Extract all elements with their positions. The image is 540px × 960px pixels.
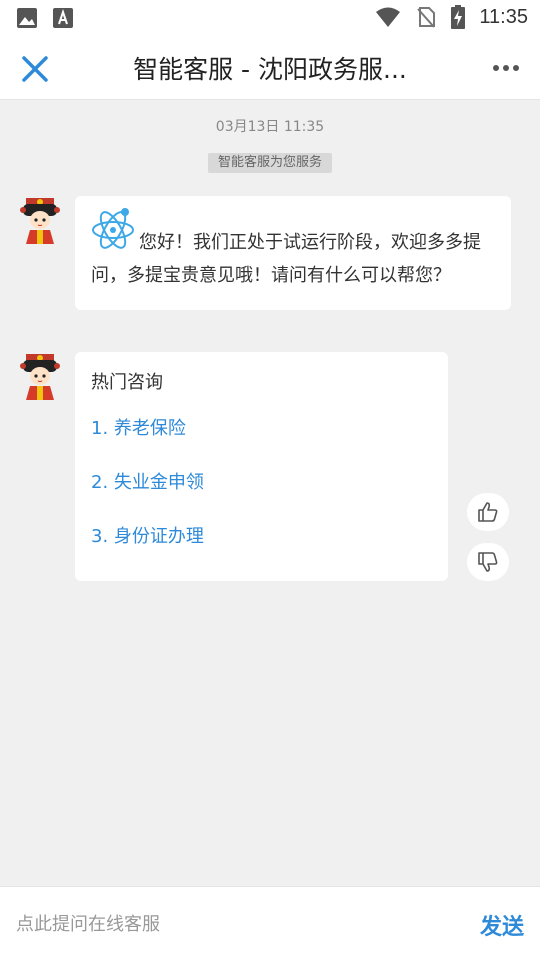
close-icon[interactable] <box>20 54 50 84</box>
thumbs-down-icon <box>478 552 498 572</box>
more-icon[interactable] <box>492 60 520 76</box>
greeting-text: 您好！我们正处于试运行阶段，欢迎多多提问，多提宝贵意见哦！请问有什么可以帮您？ <box>91 232 481 286</box>
thumbs-up-icon <box>478 502 498 522</box>
no-sim-icon <box>417 7 436 28</box>
agent-avatar <box>20 198 60 244</box>
greeting-bubble: 您好！我们正处于试运行阶段，欢迎多多提问，多提宝贵意见哦！请问有什么可以帮您？ <box>75 196 511 310</box>
service-notice: 智能客服为您服务 <box>208 153 332 173</box>
page-title: 智能客服 - 沈阳政务服... <box>133 55 407 84</box>
status-bar: 11:35 <box>0 0 540 36</box>
message-input-bar: 发送 <box>0 886 540 960</box>
image-icon <box>17 8 37 28</box>
battery-charging-icon <box>451 5 466 29</box>
hot-question-unemployment[interactable]: 2. 失业金申领 <box>91 468 432 522</box>
hot-question-id-card[interactable]: 3. 身份证办理 <box>91 522 432 576</box>
hot-questions-title: 热门咨询 <box>91 372 163 393</box>
wifi-icon <box>376 7 401 27</box>
font-icon <box>53 8 73 28</box>
chat-header: 智能客服 - 沈阳政务服... <box>0 36 540 100</box>
atom-icon <box>92 208 134 249</box>
message-input[interactable] <box>14 905 458 943</box>
hot-question-pension[interactable]: 1. 养老保险 <box>91 414 432 468</box>
agent-avatar <box>20 354 60 400</box>
status-time: 11:35 <box>479 5 528 28</box>
send-button[interactable]: 发送 <box>480 909 524 941</box>
like-button[interactable] <box>467 493 509 531</box>
hot-questions-bubble: 热门咨询 1. 养老保险 2. 失业金申领 3. 身份证办理 <box>75 352 448 581</box>
dislike-button[interactable] <box>467 543 509 581</box>
message-timestamp: 03月13日 11:35 <box>215 119 325 135</box>
